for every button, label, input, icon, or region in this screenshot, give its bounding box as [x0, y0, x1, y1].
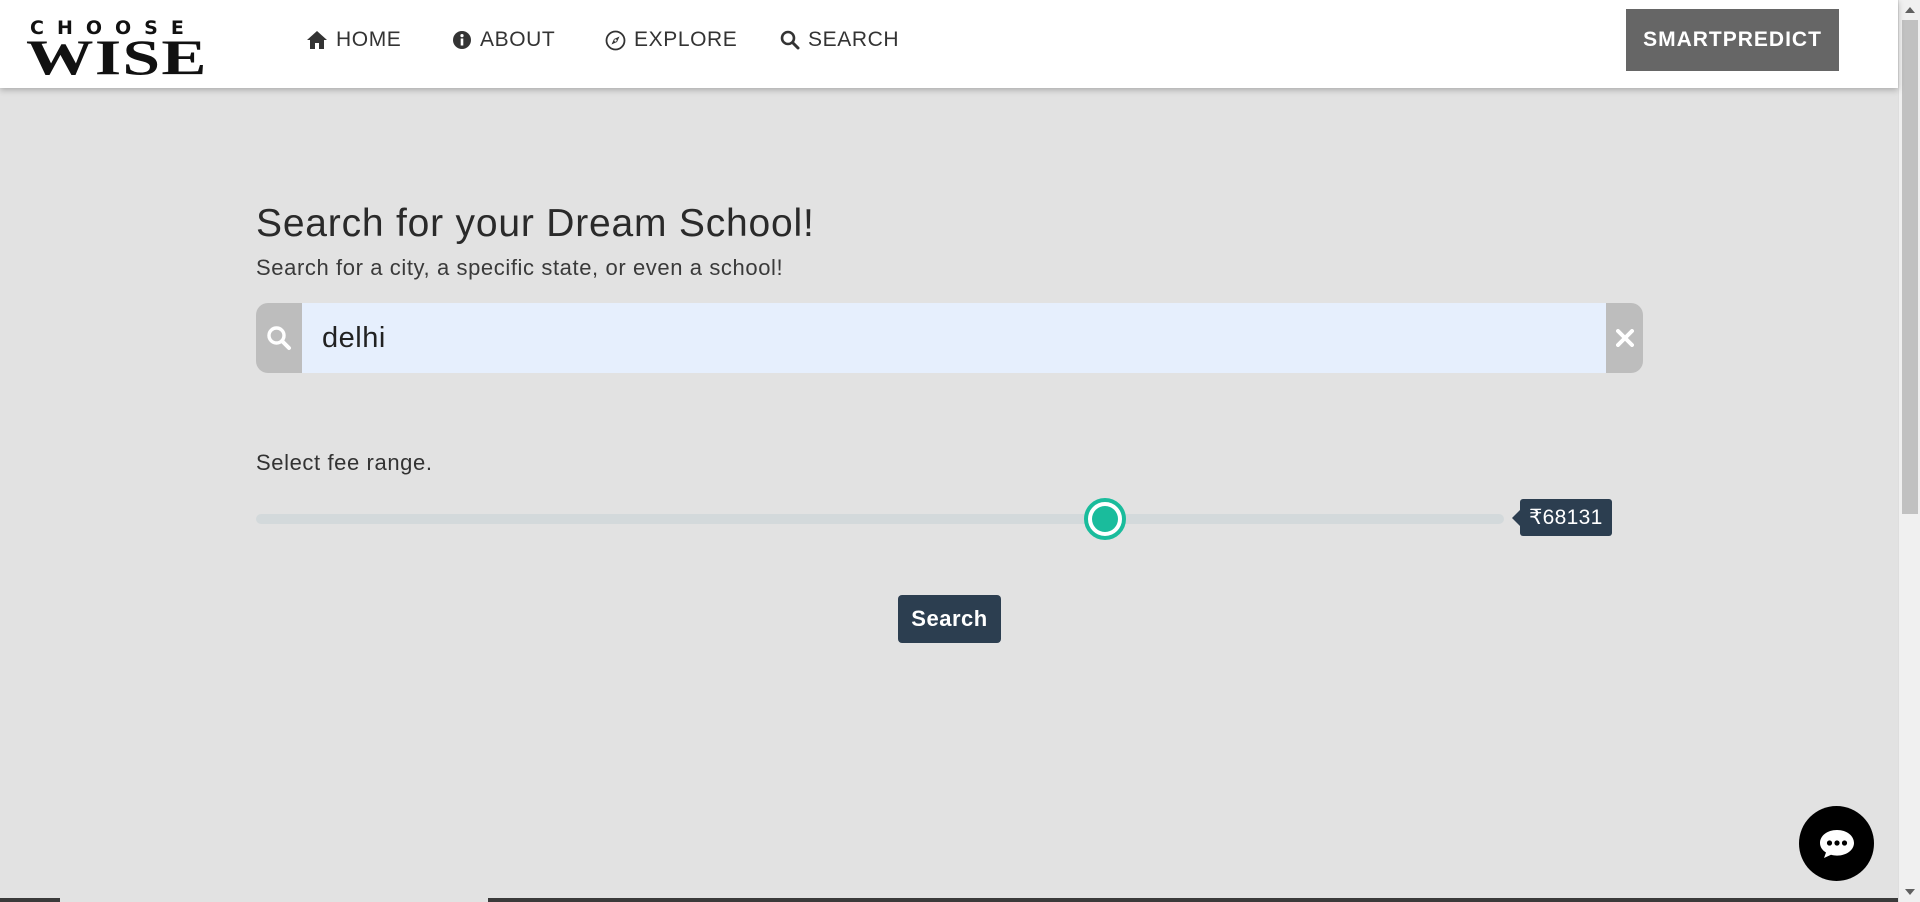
school-search-box	[256, 303, 1643, 373]
fee-slider-handle[interactable]	[1083, 498, 1126, 540]
fee-range-slider[interactable]	[256, 498, 1504, 540]
page-subtitle: Search for a city, a specific state, or …	[256, 255, 784, 280]
chat-widget-button[interactable]	[1799, 806, 1874, 881]
search-submit-button[interactable]: Search	[898, 595, 1001, 643]
search-icon	[267, 326, 291, 350]
close-icon	[1615, 329, 1634, 347]
nav-about-label: ABOUT	[480, 28, 556, 51]
nav-search-label: SEARCH	[808, 28, 900, 51]
fee-slider-value: ₹68131	[1512, 499, 1612, 536]
nav-home-label: HOME	[336, 28, 402, 51]
logo-bottom-text: WISE	[26, 29, 208, 85]
scroll-down-arrow-icon[interactable]	[1905, 889, 1915, 895]
nav-about-link[interactable]: ABOUT	[452, 24, 555, 56]
chat-icon	[1819, 829, 1854, 858]
page-scrollbar[interactable]	[1898, 0, 1920, 902]
bottom-edge-strip	[0, 898, 1898, 902]
nav-search-link[interactable]: SEARCH	[780, 24, 899, 56]
top-navbar: CHOOSE WISE HOME ABOUT EXPLORE SEARCH SM…	[0, 0, 1898, 88]
clear-search-button[interactable]	[1606, 303, 1643, 373]
scroll-up-arrow-icon[interactable]	[1905, 7, 1915, 13]
choosewise-logo[interactable]: CHOOSE WISE	[26, 18, 242, 82]
nav-explore-link[interactable]: EXPLORE	[605, 24, 737, 56]
search-icon	[780, 30, 800, 50]
home-icon	[307, 31, 327, 49]
search-box-icon-container	[256, 303, 302, 373]
compass-icon	[605, 30, 626, 50]
scrollbar-thumb[interactable]	[1902, 20, 1918, 514]
page-title: Search for your Dream School!	[256, 202, 815, 245]
bottom-strip-segment	[0, 898, 60, 902]
smartpredict-button[interactable]: SMARTPREDICT	[1626, 9, 1839, 71]
school-search-input[interactable]	[302, 303, 1606, 373]
bottom-strip-segment	[488, 898, 1898, 902]
info-icon	[453, 31, 471, 49]
nav-explore-label: EXPLORE	[634, 28, 738, 51]
nav-home-link[interactable]: HOME	[306, 24, 401, 56]
fee-range-label: Select fee range.	[256, 450, 433, 475]
